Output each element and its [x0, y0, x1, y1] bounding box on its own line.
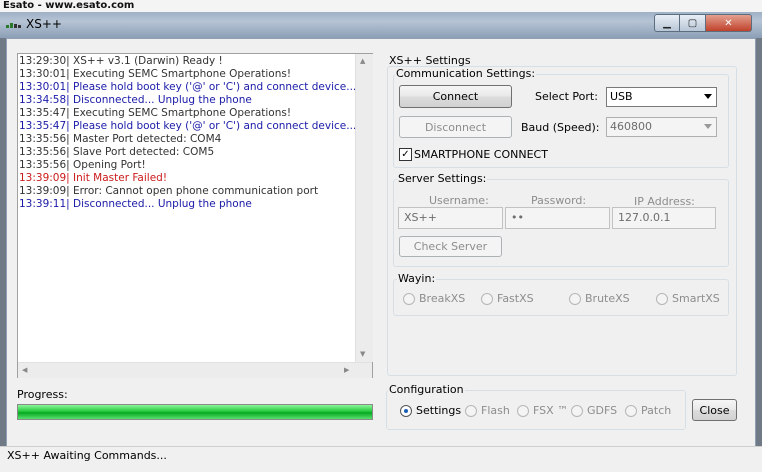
wayin-option-label: FastXS — [497, 292, 534, 305]
smartphone-label: SMARTPHONE CONNECT — [414, 148, 548, 161]
scroll-up-icon[interactable]: ▲ — [360, 57, 365, 65]
config-option-settings[interactable]: Settings — [400, 404, 461, 417]
connect-button[interactable]: Connect — [399, 85, 512, 108]
progress-label: Progress: — [17, 388, 68, 401]
log-line: 13:35:47| Executing SEMC Smartphone Oper… — [19, 107, 292, 119]
ip-address-field[interactable]: 127.0.0.1 — [612, 207, 716, 229]
wayin-option-smartxs[interactable]: SmartXS — [656, 292, 720, 305]
scroll-right-icon[interactable]: ▶ — [344, 366, 349, 374]
radio-icon — [571, 404, 583, 417]
wayin-label: Wayin: — [397, 272, 437, 285]
close-window-button[interactable]: ✕ — [706, 14, 752, 32]
radio-selected-icon — [400, 404, 412, 417]
progress-fill — [18, 405, 372, 419]
app-icon — [6, 23, 21, 28]
wayin-option-label: SmartXS — [672, 292, 720, 305]
wayin-option-label: BreakXS — [419, 292, 466, 305]
baud-value: 460800 — [610, 120, 652, 133]
config-option-label: GDFS — [587, 404, 618, 417]
radio-icon — [625, 404, 637, 417]
window-title: XS++ — [26, 17, 62, 31]
log-line: 13:35:56| Master Port detected: COM4 — [19, 133, 222, 145]
config-option-gdfs[interactable]: GDFS — [571, 404, 617, 417]
configuration-label: Configuration — [388, 383, 465, 396]
log-vertical-scrollbar[interactable]: ▲ ▼ — [355, 54, 373, 362]
check-server-button[interactable]: Check Server — [399, 236, 502, 257]
scroll-left-icon[interactable]: ◀ — [22, 366, 27, 374]
log-lines: 13:29:30| XS++ v3.1 (Darwin) Ready ! 13:3… — [19, 55, 359, 211]
title-bar[interactable] — [0, 12, 762, 38]
port-select[interactable]: USB — [606, 87, 717, 107]
maximize-icon: ▢ — [687, 17, 698, 29]
log-line: 13:39:09| Error: Cannot open phone commu… — [19, 185, 319, 197]
radio-icon — [569, 292, 581, 305]
radio-icon — [517, 404, 529, 417]
log-line: 13:34:58| Disconnected... Unplug the pho… — [19, 94, 252, 106]
dropdown-arrow-icon — [704, 94, 712, 99]
progress-bar — [17, 404, 373, 420]
maximize-button[interactable]: ▢ — [680, 14, 706, 32]
log-horizontal-scrollbar[interactable]: ◀ ▶ — [18, 362, 372, 378]
config-option-label: FSX ™ — [533, 404, 569, 417]
close-button[interactable]: Close — [692, 399, 737, 421]
log-line: 13:35:47| Please hold boot key ('@' or '… — [19, 120, 357, 132]
baud-select[interactable]: 460800 — [606, 117, 717, 137]
watermark-text: Esato - www.esato.com — [0, 0, 762, 12]
log-line: 13:35:56| Slave Port detected: COM5 — [19, 146, 215, 158]
password-field[interactable]: •• — [505, 207, 610, 229]
log-line: 13:35:56| Opening Port! — [19, 159, 146, 171]
caption-buttons: ▁ ▢ ✕ — [654, 14, 754, 32]
config-option-patch[interactable]: Patch — [625, 404, 671, 417]
scroll-down-icon[interactable]: ▼ — [360, 350, 365, 358]
dropdown-arrow-icon — [704, 124, 712, 129]
disconnect-button[interactable]: Disconnect — [399, 116, 512, 138]
wayin-option-brutexs[interactable]: BruteXS — [569, 292, 630, 305]
config-option-flash[interactable]: Flash — [465, 404, 510, 417]
port-label: Select Port: — [535, 90, 598, 103]
log-line: 13:30:01| Please hold boot key ('@' or '… — [19, 81, 357, 93]
port-value: USB — [610, 90, 633, 103]
wayin-option-breakxs[interactable]: BreakXS — [403, 292, 465, 305]
communication-label: Communication Settings: — [395, 67, 537, 80]
minimize-icon: ▁ — [663, 17, 671, 29]
status-text: XS++ Awaiting Commands... — [7, 449, 167, 462]
baud-label: Baud (Speed): — [521, 121, 600, 134]
radio-icon — [403, 292, 415, 305]
smartphone-checkbox[interactable]: ✓ — [399, 148, 412, 161]
password-label: Password: — [531, 194, 587, 207]
config-option-label: Patch — [641, 404, 672, 417]
minimize-button[interactable]: ▁ — [654, 14, 680, 32]
close-icon: ✕ — [724, 17, 733, 29]
log-line: 13:30:01| Executing SEMC Smartphone Oper… — [19, 68, 292, 80]
config-option-label: Flash — [481, 404, 510, 417]
wayin-option-label: BruteXS — [585, 292, 630, 305]
log-line: 13:39:11| Disconnected... Unplug the pho… — [19, 198, 252, 210]
radio-icon — [465, 404, 477, 417]
log-line: 13:29:30| XS++ v3.1 (Darwin) Ready ! — [19, 55, 223, 67]
username-label: Username: — [429, 194, 489, 207]
username-field[interactable]: XS++ — [398, 207, 503, 229]
server-label: Server Settings: — [397, 172, 488, 185]
log-line: 13:39:09| Init Master Failed! — [19, 172, 168, 184]
radio-icon — [656, 292, 668, 305]
wayin-option-fastxs[interactable]: FastXS — [481, 292, 534, 305]
radio-icon — [481, 292, 493, 305]
config-option-label: Settings — [416, 404, 462, 417]
config-option-fsx[interactable]: FSX ™ — [517, 404, 568, 417]
